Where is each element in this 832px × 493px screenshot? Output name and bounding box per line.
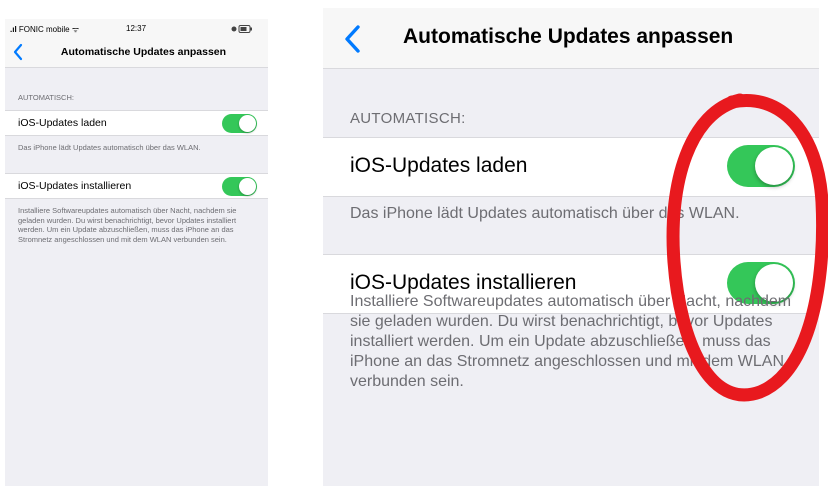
page-title: Automatische Updates anpassen bbox=[60, 46, 227, 58]
signal-icon: .ıl bbox=[10, 25, 19, 34]
page-title: Automatische Updates anpassen bbox=[403, 25, 734, 48]
row-ios-updates-laden: iOS-Updates laden bbox=[5, 110, 268, 136]
status-bar: .ıl FONIC mobile ᯤ 12:37 bbox=[5, 19, 268, 39]
row-footer: Das iPhone lädt Updates automatisch über… bbox=[350, 205, 740, 222]
toggle-ios-updates-laden[interactable] bbox=[222, 114, 257, 133]
battery-icon bbox=[231, 25, 253, 35]
row-footer: Installiere Softwareupdates automatisch … bbox=[350, 293, 792, 390]
toggle-ios-updates-installieren[interactable] bbox=[222, 177, 257, 196]
toggle-knob bbox=[239, 178, 256, 195]
row-footer: Installiere Softwareupdates automatisch … bbox=[18, 206, 237, 244]
navigation-bar: Automatische Updates anpassen bbox=[323, 8, 819, 69]
toggle-knob bbox=[239, 115, 256, 132]
row-label: iOS-Updates installieren bbox=[18, 180, 132, 192]
phone-screenshot-small: .ıl FONIC mobile ᯤ 12:37 Automatische Up… bbox=[5, 19, 268, 486]
status-time: 12:37 bbox=[126, 24, 147, 33]
row-label: iOS-Updates laden bbox=[18, 117, 107, 129]
row-ios-updates-installieren: iOS-Updates installieren bbox=[5, 173, 268, 199]
back-button[interactable] bbox=[341, 23, 363, 55]
navigation-bar: Automatische Updates anpassen bbox=[5, 39, 268, 68]
carrier-label: .ıl FONIC mobile ᯤ bbox=[10, 25, 80, 34]
toggle-knob bbox=[755, 147, 793, 185]
toggle-ios-updates-laden[interactable] bbox=[727, 145, 795, 187]
row-ios-updates-laden: iOS-Updates laden bbox=[323, 137, 819, 197]
row-footer: Das iPhone lädt Updates automatisch über… bbox=[18, 143, 201, 152]
chevron-left-icon bbox=[345, 25, 360, 53]
zoomed-screenshot: Automatische Updates anpassen AUTOMATISC… bbox=[323, 8, 819, 486]
section-header: AUTOMATISCH: bbox=[350, 110, 466, 127]
row-label: iOS-Updates laden bbox=[350, 154, 528, 177]
section-header: AUTOMATISCH: bbox=[18, 93, 74, 102]
wifi-icon: ᯤ bbox=[71, 25, 80, 34]
